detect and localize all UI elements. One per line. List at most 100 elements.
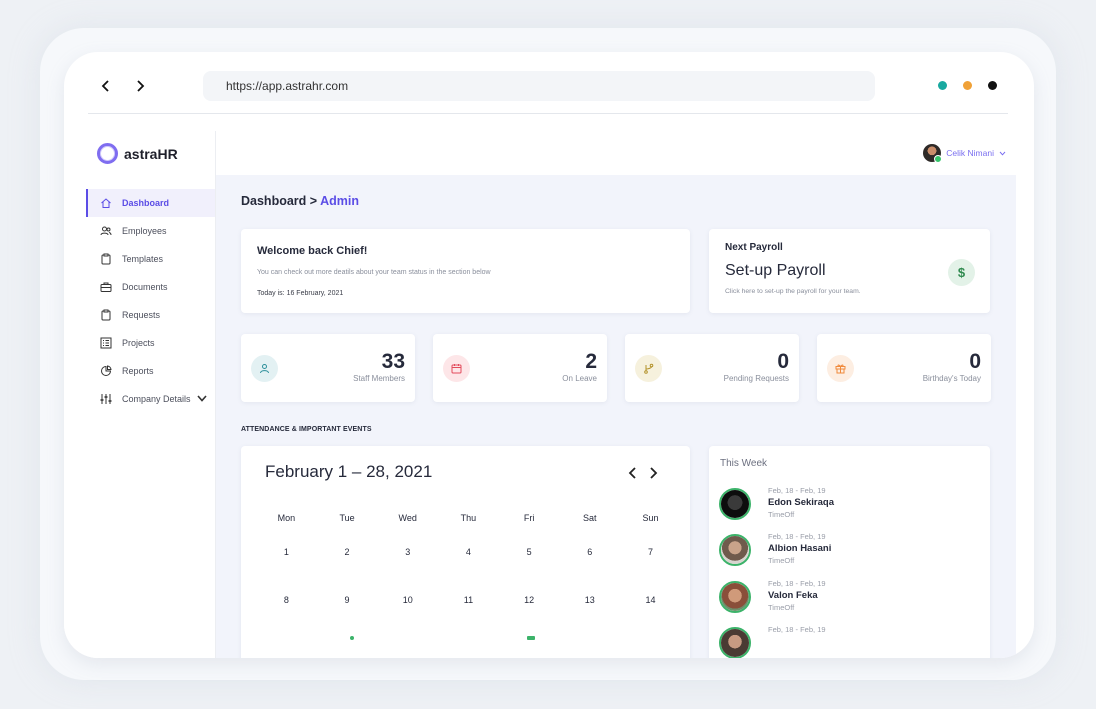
calendar-day[interactable]: 11 [438,576,499,624]
welcome-card: Welcome back Chief! You can check out mo… [241,229,690,313]
event-name: Edon Sekiraqa [768,497,834,508]
sidebar-item-label: Projects [122,338,155,348]
stat-label: On Leave [562,374,597,383]
sidebar-item-reports[interactable]: Reports [86,357,215,385]
calendar-next-button[interactable] [646,466,660,480]
payroll-title: Set-up Payroll [725,262,826,279]
window-dot-black[interactable] [988,81,997,90]
calendar-prev-button[interactable] [625,466,639,480]
chart-icon [100,365,112,377]
avatar [719,534,751,566]
window-dot-teal[interactable] [938,81,947,90]
event-date: Feb, 18 - Feb, 19 [768,579,826,588]
event-item[interactable]: Feb, 18 - Feb, 19 Edon Sekiraqa TimeOff [719,486,979,528]
stat-card-staff[interactable]: 33 Staff Members [241,334,415,402]
calendar-week: 8 9 10 11 12 13 14 [256,576,681,624]
avatar [923,144,943,163]
event-name: Albion Hasani [768,543,832,554]
payroll-card[interactable]: Next Payroll Set-up Payroll Click here t… [709,229,990,313]
calendar-day[interactable]: 9 [317,576,378,624]
avatar [719,488,751,520]
sidebar-item-label: Requests [122,310,161,320]
event-type: TimeOff [768,510,795,519]
stat-label: Staff Members [353,374,405,383]
this-week-card: This Week Feb, 18 - Feb, 19 Edon Sekiraq… [709,446,990,658]
branch-icon [635,355,662,382]
window-dot-orange[interactable] [963,81,972,90]
stat-card-leave[interactable]: 2 On Leave [433,334,607,402]
sidebar-menu: Dashboard Employees Templates Documents … [86,189,215,413]
event-item[interactable]: Feb, 18 - Feb, 19 Valon Feka TimeOff [719,579,979,621]
event-marker [350,636,354,640]
sidebar-item-label: Dashboard [122,198,170,208]
forward-button[interactable] [130,76,150,96]
list-icon [100,337,112,349]
calendar-day[interactable]: 1 [256,528,317,576]
sidebar-item-company-details[interactable]: Company Details [86,385,215,413]
calendar-title: February 1 – 28, 2021 [265,462,433,481]
sidebar-item-dashboard[interactable]: Dashboard [86,189,215,217]
stat-label: Pending Requests [723,374,789,383]
calendar-icon [443,355,470,382]
event-type: TimeOff [768,603,795,612]
calendar-day[interactable]: 12 [499,576,560,624]
calendar-day[interactable]: 10 [377,576,438,624]
calendar-day[interactable]: 8 [256,576,317,624]
sidebar-item-templates[interactable]: Templates [86,245,215,273]
weekday-label: Mon [277,513,296,523]
weekday-header: Mon Tue Wed Thu Fri Sat Sun [256,508,681,528]
brand-name: astraHR [124,145,178,162]
chevron-down-icon [999,151,1006,156]
user-menu[interactable]: Celik Nimani [923,144,1006,163]
main-content: Dashboard > Admin Welcome back Chief! Yo… [216,175,1016,658]
calendar-day[interactable]: 14 [620,576,681,624]
event-marker [527,636,535,640]
browser-window: https://app.astrahr.com astraHR Dashboar… [64,52,1034,658]
address-bar[interactable]: https://app.astrahr.com [203,71,875,101]
chevron-down-icon[interactable] [196,394,207,404]
chevron-right-icon [649,467,657,479]
sidebar-item-label: Company Details [122,394,191,404]
event-date: Feb, 18 - Feb, 19 [768,532,826,541]
event-date: Feb, 18 - Feb, 19 [768,486,826,495]
sliders-icon [100,393,112,405]
sidebar-item-requests[interactable]: Requests [86,301,215,329]
breadcrumb-separator: > [309,194,318,208]
sidebar-item-employees[interactable]: Employees [86,217,215,245]
sidebar-item-label: Reports [122,366,154,376]
welcome-subtitle: You can check out more deatils about you… [257,269,491,276]
event-item[interactable]: Feb, 18 - Feb, 19 Albion Hasani TimeOff [719,532,979,574]
calendar-day[interactable]: 7 [620,528,681,576]
briefcase-icon [100,281,112,293]
sidebar-item-documents[interactable]: Documents [86,273,215,301]
back-button[interactable] [96,76,116,96]
sidebar-item-projects[interactable]: Projects [86,329,215,357]
calendar-card: February 1 – 28, 2021 Mon Tue Wed Thu Fr… [241,446,690,658]
calendar-day[interactable]: 13 [559,576,620,624]
calendar-day[interactable]: 4 [438,528,499,576]
event-item[interactable]: Feb, 18 - Feb, 19 [719,625,979,658]
breadcrumb-root[interactable]: Dashboard [241,194,306,208]
weekday-label: Thu [460,513,477,523]
sidebar-item-label: Documents [122,282,168,292]
calendar-day[interactable]: 6 [559,528,620,576]
section-title: ATTENDANCE & IMPORTANT EVENTS [241,426,372,433]
sidebar-item-label: Employees [122,226,167,236]
users-icon [100,225,112,237]
stat-card-birthdays[interactable]: 0 Birthday's Today [817,334,991,402]
calendar-day[interactable]: 2 [317,528,378,576]
clipboard-icon [100,309,112,321]
avatar [719,627,751,658]
brand-logo[interactable]: astraHR [97,143,178,164]
next-payroll-label: Next Payroll [725,242,783,253]
calendar-day[interactable]: 5 [499,528,560,576]
stat-card-requests[interactable]: 0 Pending Requests [625,334,799,402]
calendar-week: 1 2 3 4 5 6 7 [256,528,681,576]
dollar-icon[interactable]: $ [948,259,975,286]
weekday-label: Tue [339,513,355,523]
chevron-left-icon [101,80,109,92]
stat-value: 0 [777,350,789,373]
stat-value: 0 [969,350,981,373]
calendar-day[interactable]: 3 [377,528,438,576]
payroll-subtitle: Click here to set-up the payroll for you… [725,288,861,295]
